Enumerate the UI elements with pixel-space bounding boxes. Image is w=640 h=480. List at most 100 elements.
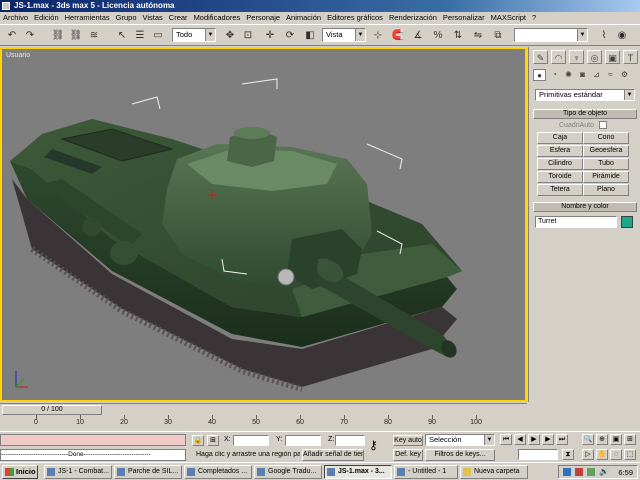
caja-button[interactable]: Caja bbox=[537, 132, 583, 144]
next-frame-icon[interactable]: ▶ bbox=[542, 434, 554, 445]
percent-snap-icon[interactable]: % bbox=[430, 28, 446, 43]
task-button[interactable]: Parche de SIL... bbox=[114, 465, 182, 479]
redo-icon[interactable]: ↷ bbox=[22, 28, 38, 43]
menu-grupo[interactable]: Grupo bbox=[113, 12, 140, 24]
undo-icon[interactable]: ↶ bbox=[4, 28, 20, 43]
menu-personalizar[interactable]: Personalizar bbox=[440, 12, 488, 24]
piramide-button[interactable]: Pirámide bbox=[583, 171, 629, 183]
key-icon[interactable]: ⚷ bbox=[369, 438, 378, 452]
angle-snap-icon[interactable]: ∡ bbox=[410, 28, 426, 43]
menu-modificadores[interactable]: Modificadores bbox=[191, 12, 244, 24]
menu-renderizacion[interactable]: Renderización bbox=[386, 12, 440, 24]
select-and-link-icon[interactable]: ✥ bbox=[222, 28, 238, 43]
tank-model[interactable] bbox=[2, 49, 525, 400]
display-tab-icon[interactable]: ▣ bbox=[605, 50, 620, 64]
field-of-view-icon[interactable]: ▷ bbox=[582, 449, 594, 460]
menu-archivo[interactable]: Archivo bbox=[0, 12, 31, 24]
lights-icon[interactable]: ✺ bbox=[562, 69, 575, 81]
modify-tab-icon[interactable]: ◠ bbox=[551, 50, 566, 64]
menu-herramientas[interactable]: Herramientas bbox=[62, 12, 113, 24]
previous-frame-icon[interactable]: ◀ bbox=[514, 434, 526, 445]
menu-animacion[interactable]: Animación bbox=[283, 12, 324, 24]
menu-maxscript[interactable]: MAXScript bbox=[488, 12, 529, 24]
maxscript-listener-field[interactable] bbox=[0, 434, 186, 446]
z-coordinate-field[interactable] bbox=[335, 435, 365, 446]
motion-tab-icon[interactable]: ◎ bbox=[587, 50, 602, 64]
autogrid-checkbox[interactable] bbox=[599, 121, 607, 129]
zoom-extents-all-icon[interactable]: ⊞ bbox=[624, 434, 636, 445]
def-key-button[interactable]: Def. key bbox=[393, 449, 423, 461]
zoom-icon[interactable]: 🔍 bbox=[582, 434, 594, 445]
y-coordinate-field[interactable] bbox=[285, 435, 321, 446]
material-editor-icon[interactable]: ◉ bbox=[614, 28, 630, 43]
play-icon[interactable]: ▶ bbox=[528, 434, 540, 445]
align-icon[interactable]: ⧉ bbox=[490, 28, 506, 43]
bind-space-warp-icon[interactable]: ≋ bbox=[86, 28, 102, 43]
key-mode-select[interactable]: Selección ▼ bbox=[425, 434, 495, 446]
region-select-icon[interactable]: ▭ bbox=[150, 28, 166, 43]
maximize-viewport-icon[interactable]: ⬚ bbox=[624, 449, 636, 460]
toroide-button[interactable]: Toroide bbox=[537, 171, 583, 183]
name-color-rollout[interactable]: Nombre y color bbox=[533, 202, 637, 212]
menu-help[interactable]: ? bbox=[529, 12, 539, 24]
go-to-end-icon[interactable]: ⏭ bbox=[556, 434, 568, 445]
viewport-user[interactable]: Usuario bbox=[0, 47, 527, 402]
space-warps-icon[interactable]: ≈ bbox=[604, 69, 617, 81]
network-icon[interactable] bbox=[563, 468, 571, 476]
tubo-button[interactable]: Tubo bbox=[583, 158, 629, 170]
reference-coordinate-select[interactable]: Vista ▼ bbox=[322, 28, 366, 42]
pan-icon[interactable]: ✋ bbox=[596, 449, 608, 460]
spinner-snap-icon[interactable]: ⇅ bbox=[450, 28, 466, 43]
clock[interactable]: 6:59 bbox=[618, 467, 633, 479]
shapes-icon[interactable]: ◔ bbox=[548, 69, 561, 81]
mirror-icon[interactable]: ⇋ bbox=[470, 28, 486, 43]
time-config-icon[interactable]: ⧗ bbox=[562, 449, 574, 460]
task-button[interactable]: Google Tradu... bbox=[254, 465, 322, 479]
cilindro-button[interactable]: Cilindro bbox=[537, 158, 583, 170]
object-color-swatch[interactable] bbox=[621, 216, 633, 228]
menu-editores-graficos[interactable]: Editores gráficos bbox=[324, 12, 386, 24]
go-to-start-icon[interactable]: ⏮ bbox=[500, 434, 512, 445]
unlink-icon[interactable]: ⛓ bbox=[68, 28, 84, 43]
tray-app-icon[interactable] bbox=[587, 468, 595, 476]
task-button[interactable]: - Untitled - 1 bbox=[394, 465, 458, 479]
curve-editor-icon[interactable]: ⌇ bbox=[596, 28, 612, 43]
arc-rotate-icon[interactable]: ◌ bbox=[610, 449, 622, 460]
task-button[interactable]: Completados ... bbox=[184, 465, 252, 479]
scale-icon[interactable]: ◧ bbox=[302, 28, 318, 43]
menu-crear[interactable]: Crear bbox=[166, 12, 191, 24]
menu-vistas[interactable]: Vistas bbox=[140, 12, 166, 24]
zoom-extents-icon[interactable]: ▣ bbox=[610, 434, 622, 445]
pivot-center-icon[interactable]: ⊹ bbox=[370, 28, 386, 43]
task-button[interactable]: Nueva carpeta bbox=[460, 465, 528, 479]
time-slider[interactable]: 0 / 100 bbox=[0, 403, 527, 415]
select-by-name-icon[interactable]: ☰ bbox=[132, 28, 148, 43]
add-time-tag-button[interactable]: Añadir señal de tiempo bbox=[302, 449, 364, 461]
x-coordinate-field[interactable] bbox=[233, 435, 269, 446]
esfera-button[interactable]: Esfera bbox=[537, 145, 583, 157]
systems-icon[interactable]: ⚙ bbox=[618, 69, 631, 81]
utilities-tab-icon[interactable]: T bbox=[623, 50, 638, 64]
selection-filter-select[interactable]: Todo ▼ bbox=[172, 28, 216, 42]
time-slider-thumb[interactable]: 0 / 100 bbox=[2, 405, 102, 415]
menu-personaje[interactable]: Personaje bbox=[243, 12, 283, 24]
snaps-icon[interactable]: 🧲 bbox=[390, 28, 406, 43]
absolute-mode-icon[interactable]: ⊞ bbox=[207, 435, 219, 446]
named-selection-set-select[interactable]: ▼ bbox=[514, 28, 588, 42]
zoom-all-icon[interactable]: ⊕ bbox=[596, 434, 608, 445]
key-filters-button[interactable]: Filtros de keys... bbox=[425, 449, 495, 461]
key-auto-button[interactable]: Key auto bbox=[393, 435, 423, 446]
menu-edicion[interactable]: Edición bbox=[31, 12, 62, 24]
task-button[interactable]: JS-1 - Combat... bbox=[44, 465, 112, 479]
task-button-active[interactable]: JS-1.max - 3... bbox=[324, 465, 392, 479]
antivirus-icon[interactable] bbox=[575, 468, 583, 476]
volume-icon[interactable]: 🔊 bbox=[599, 467, 609, 476]
track-bar[interactable]: 0 10 20 30 40 50 60 70 80 90 100 bbox=[0, 415, 527, 431]
object-type-rollout[interactable]: Tipo de objeto bbox=[533, 109, 637, 119]
category-select[interactable]: Primitivas estándar ▼ bbox=[535, 89, 635, 101]
object-name-field[interactable]: Turret bbox=[535, 216, 617, 228]
select-icon[interactable]: ↖ bbox=[114, 28, 130, 43]
title-bar[interactable]: JS-1.max - 3ds max 5 - Licencia autónoma bbox=[0, 0, 640, 12]
lock-icon[interactable]: 🔒 bbox=[192, 435, 204, 446]
hierarchy-tab-icon[interactable]: ♆ bbox=[569, 50, 584, 64]
